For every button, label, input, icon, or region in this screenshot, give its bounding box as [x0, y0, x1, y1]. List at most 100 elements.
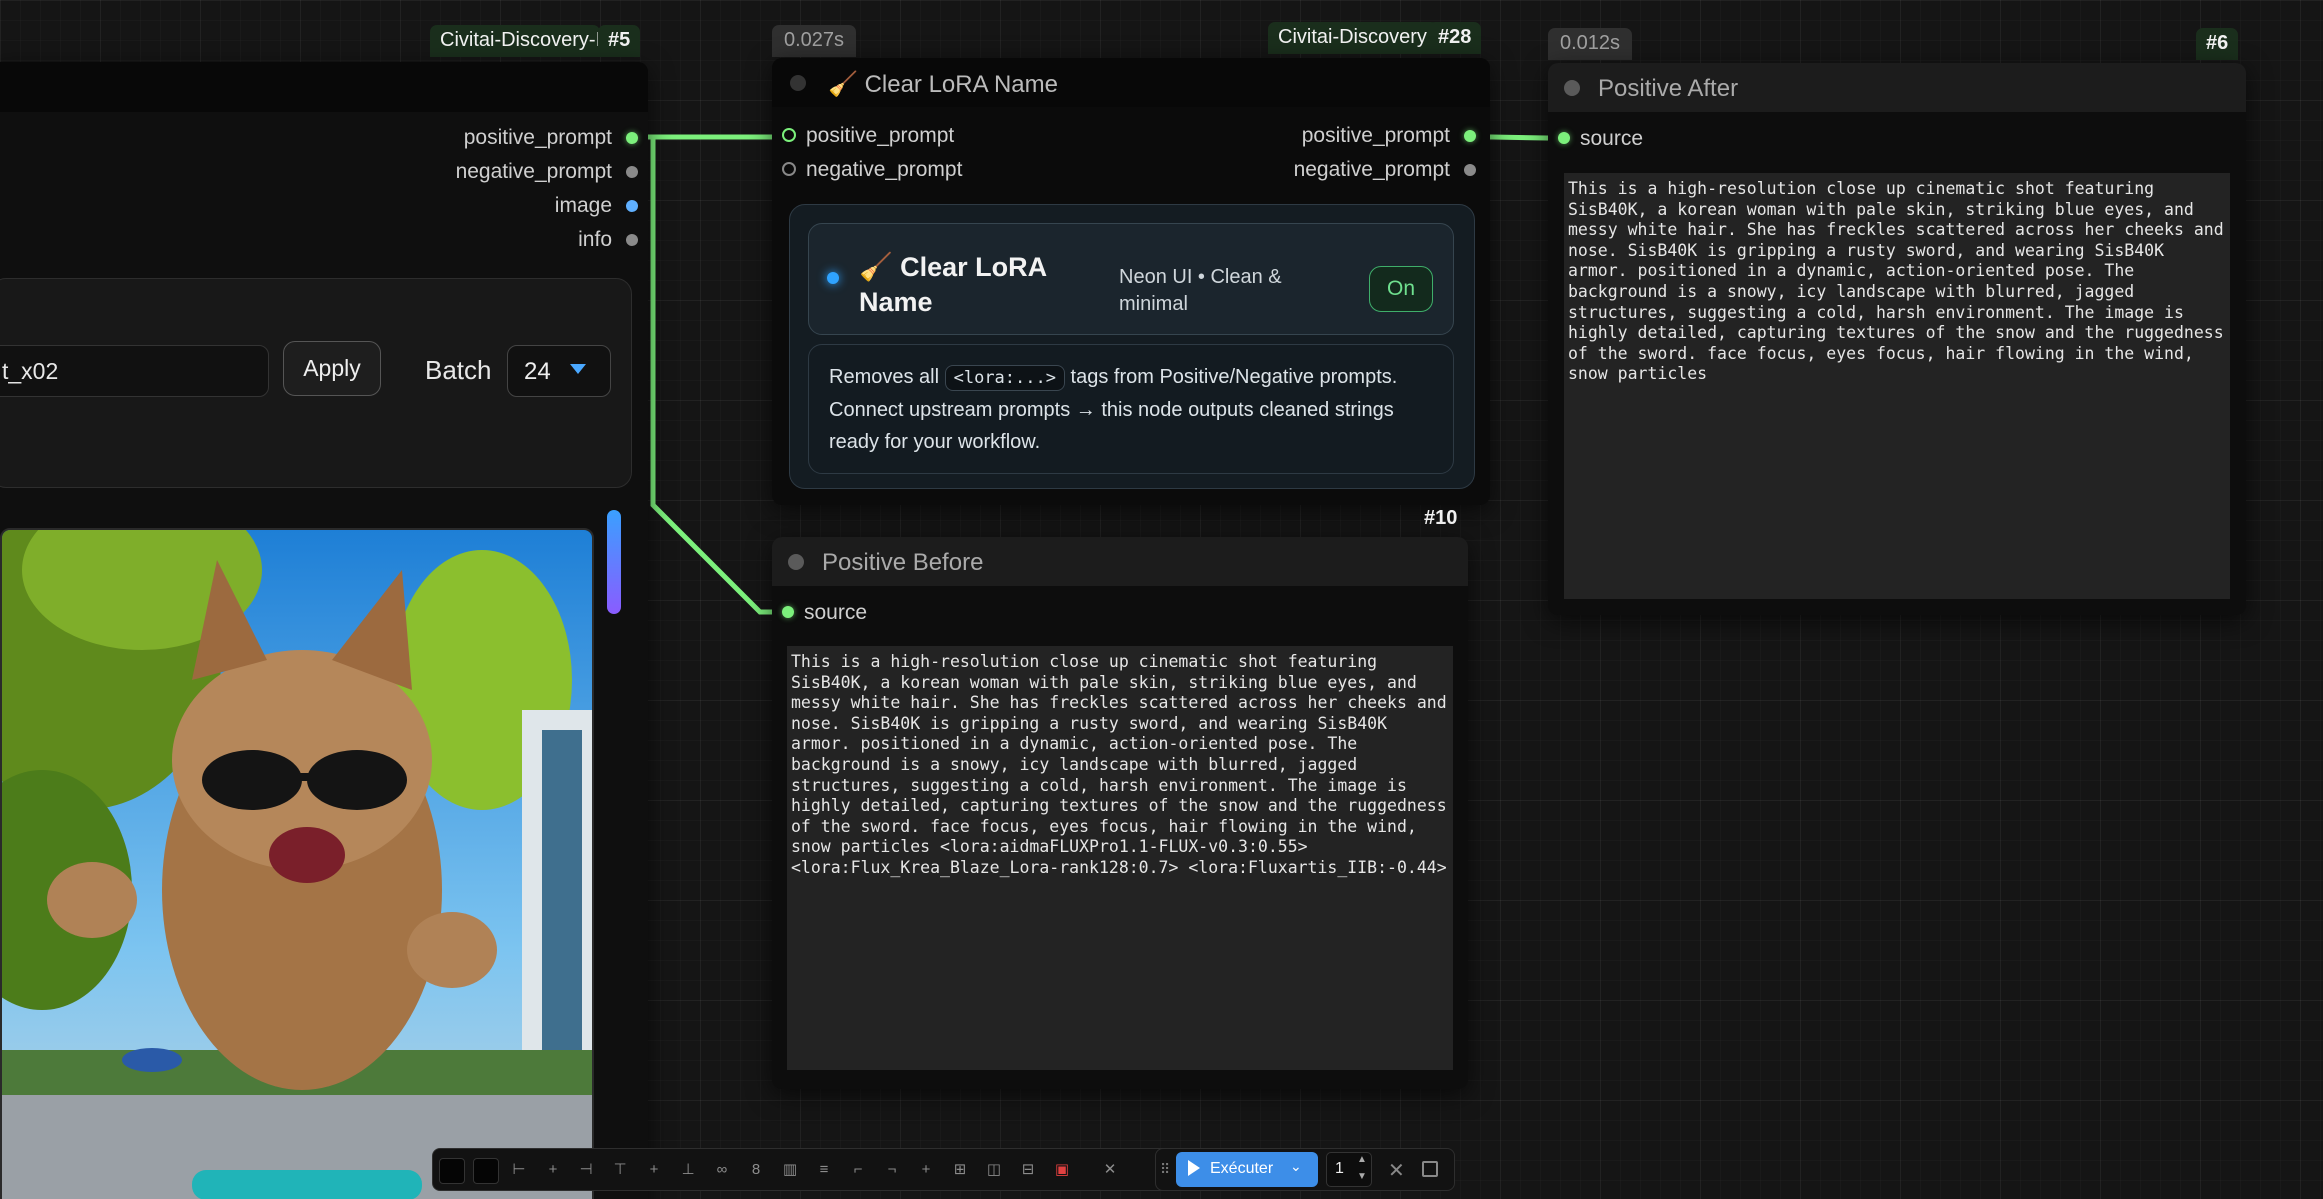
node28-card-subtitle: Neon UI • Clean & minimal [1119, 266, 1282, 315]
node6-id-badge: #6 [2196, 28, 2239, 60]
node28-input-positive-dot[interactable] [782, 128, 796, 142]
node28-id-badge: #28 [1428, 22, 1482, 54]
stop-icon[interactable] [1422, 1161, 1438, 1177]
node5-control-panel: t_x02 Apply Batch 24 [0, 278, 632, 488]
queue-count-value: 1 [1335, 1160, 1344, 1177]
broom-icon: 🧹 [828, 71, 858, 98]
node28-title: 🧹 Clear LoRA Name [828, 70, 1058, 99]
node10-header[interactable]: Positive Before [772, 537, 1468, 586]
node6-positive-after[interactable]: Positive After source This is a high-res… [1548, 63, 2246, 615]
node5-output-info: info [578, 228, 612, 251]
columns-icon[interactable]: ▥ [780, 1160, 800, 1180]
color-swatch-2[interactable] [473, 1158, 499, 1184]
distribute-v-icon[interactable]: 8 [746, 1160, 766, 1180]
node28-output-positive-prompt: positive_prompt [1301, 124, 1450, 147]
node5-output-positive-dot[interactable] [626, 132, 638, 144]
drag-handle-icon[interactable]: ⠿ [1160, 1161, 1170, 1178]
play-icon [1188, 1160, 1200, 1176]
node6-title: Positive After [1598, 75, 1739, 102]
node5-output-image-dot[interactable] [626, 200, 638, 212]
stepper-up-icon[interactable]: ▲ [1357, 1154, 1367, 1165]
batch-value: 24 [524, 358, 551, 385]
scrollbar-thumb[interactable] [607, 510, 621, 614]
node28-card-header: 🧹 Clear LoRA Name Neon UI • Clean & mini… [808, 223, 1454, 335]
node10-title: Positive Before [822, 549, 984, 576]
align-middle-icon[interactable]: + [644, 1160, 664, 1180]
node28-output-negative-dot[interactable] [1464, 164, 1476, 176]
on-toggle[interactable]: On [1369, 266, 1433, 312]
align-top-icon[interactable]: ⊤ [610, 1160, 630, 1180]
node28-output-positive-dot[interactable] [1464, 130, 1476, 142]
node28-neon-panel: 🧹 Clear LoRA Name Neon UI • Clean & mini… [789, 204, 1475, 489]
run-button[interactable]: Exécuter ⌄ [1176, 1152, 1318, 1187]
node6-time-badge: 0.012s [1548, 28, 1633, 60]
node28-input-negative-prompt: negative_prompt [806, 158, 963, 181]
bypass-icon[interactable]: ▣ [1052, 1160, 1072, 1180]
node28-output-negative-prompt: negative_prompt [1293, 158, 1450, 181]
align-bottom-icon[interactable]: ⊥ [678, 1160, 698, 1180]
node10-positive-before[interactable]: Positive Before source This is a high-re… [772, 537, 1468, 1089]
stepper-down-icon[interactable]: ▼ [1357, 1171, 1367, 1182]
node5-output-image: image [554, 194, 612, 217]
node10-collapse-dot[interactable] [788, 554, 804, 570]
node28-header[interactable]: 🧹 Clear LoRA Name [772, 58, 1490, 107]
node10-id-badge: #10 [1424, 507, 1458, 529]
node28-input-positive-prompt: positive_prompt [806, 124, 955, 147]
node5-civitai-discovery[interactable]: positive_prompt negative_prompt image in… [0, 62, 648, 1199]
node28-source-label: Civitai-Discovery [1268, 22, 1438, 54]
stack-icon[interactable]: ⊟ [1018, 1160, 1038, 1180]
run-chevron-down-icon[interactable]: ⌄ [1290, 1158, 1302, 1175]
node6-text-display[interactable]: This is a high-resolution close up cinem… [1564, 173, 2230, 599]
close-icon[interactable]: ✕ [1100, 1160, 1120, 1180]
node28-collapse-dot[interactable] [790, 75, 806, 91]
distribute-h-icon[interactable]: ∞ [712, 1160, 732, 1180]
chevron-down-icon [570, 364, 586, 374]
node28-time-badge: 0.027s [772, 25, 857, 57]
status-indicator [827, 272, 839, 284]
resize-icon[interactable]: ⊞ [950, 1160, 970, 1180]
align-left-icon[interactable]: ⊢ [509, 1160, 529, 1180]
node10-input-source-dot[interactable] [782, 606, 794, 618]
color-swatch-1[interactable] [439, 1158, 465, 1184]
run-bar: ⠿ Exécuter ⌄ 1 ▲ ▼ ✕ [1155, 1148, 1455, 1191]
lora-tag-code: <lora:...> [944, 365, 1065, 391]
node5-header[interactable] [0, 62, 648, 112]
node28-input-negative-dot[interactable] [782, 162, 796, 176]
corner-right-icon[interactable]: ¬ [882, 1160, 902, 1180]
batch-label: Batch [425, 355, 492, 385]
preview-image[interactable] [0, 528, 594, 1199]
node28-title-text: Clear LoRA Name [864, 71, 1058, 98]
apply-button[interactable]: Apply [283, 341, 381, 396]
node5-output-info-dot[interactable] [626, 234, 638, 246]
node6-collapse-dot[interactable] [1564, 80, 1580, 96]
desc-prefix: Removes all [829, 366, 940, 388]
selection-toolbar: ⊢ + ⊣ ⊤ + ⊥ ∞ 8 ▥ ≡ ⌐ ¬ + ⊞ ◫ ⊟ ▣ ✕ [432, 1148, 1178, 1191]
queue-count-input[interactable]: 1 ▲ ▼ [1326, 1152, 1372, 1187]
center-icon[interactable]: + [916, 1160, 936, 1180]
run-label: Exécuter [1210, 1160, 1274, 1177]
node6-header[interactable]: Positive After [1548, 63, 2246, 112]
batch-select[interactable]: 24 [507, 345, 611, 397]
node28-clear-lora[interactable]: 🧹 Clear LoRA Name positive_prompt negati… [772, 58, 1490, 505]
node6-input-source-dot[interactable] [1558, 132, 1570, 144]
node6-input-source: source [1580, 127, 1644, 150]
split-icon[interactable]: ◫ [984, 1160, 1004, 1180]
node10-text-display[interactable]: This is a high-resolution close up cinem… [787, 646, 1453, 1070]
cancel-icon[interactable]: ✕ [1388, 1158, 1405, 1183]
node5-source-label: Civitai-Discovery-I [430, 25, 600, 57]
corner-left-icon[interactable]: ⌐ [848, 1160, 868, 1180]
model-input[interactable]: t_x02 [0, 345, 269, 397]
rows-icon[interactable]: ≡ [814, 1160, 834, 1180]
node10-input-source: source [804, 601, 868, 624]
node5-output-positive-prompt: positive_prompt [463, 126, 612, 149]
align-center-icon[interactable]: + [543, 1160, 563, 1180]
node5-id-badge: #5 [598, 25, 641, 57]
broom-icon-card: 🧹 [859, 252, 893, 282]
preview-image-illustration [2, 530, 592, 1199]
align-right-icon[interactable]: ⊣ [576, 1160, 596, 1180]
link-positive-to-before [636, 134, 786, 615]
node5-output-negative-prompt: negative_prompt [455, 160, 612, 183]
node28-card-title: 🧹 Clear LoRA Name [859, 250, 1059, 320]
node28-description: Removes all <lora:...> tags from Positiv… [808, 344, 1454, 474]
node5-output-negative-dot[interactable] [626, 166, 638, 178]
